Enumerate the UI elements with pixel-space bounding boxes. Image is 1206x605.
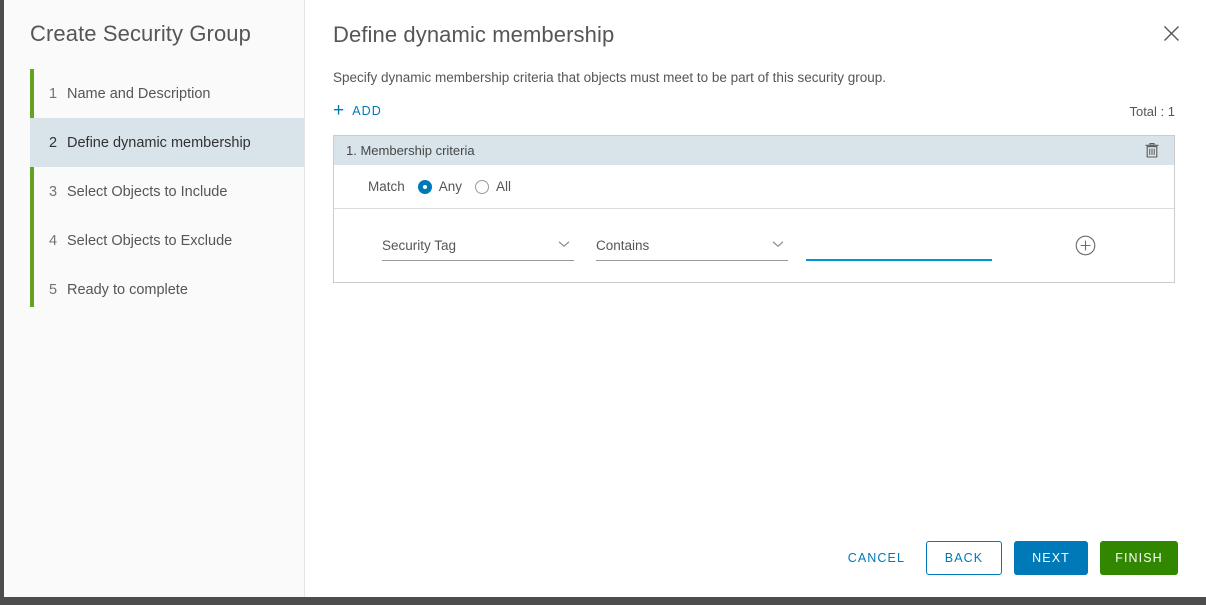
match-radio-any[interactable]: Any	[418, 179, 462, 194]
radio-icon	[475, 180, 489, 194]
step-label: Ready to complete	[67, 282, 188, 298]
modal-backdrop: Create Security Group 1 Name and Descrip…	[0, 0, 1206, 605]
next-button[interactable]: NEXT	[1014, 541, 1088, 575]
criteria-toolbar: + ADD Total : 1	[333, 98, 1175, 124]
step-number: 1	[49, 86, 67, 102]
step-number: 4	[49, 233, 67, 249]
step-label: Name and Description	[67, 86, 210, 102]
criteria-value-input[interactable]	[806, 231, 992, 261]
match-mode-row: Match Any All	[334, 165, 1174, 209]
operator-select[interactable]: Contains	[596, 231, 788, 261]
step-label: Select Objects to Include	[67, 184, 227, 200]
match-radio-all[interactable]: All	[475, 179, 511, 194]
trash-icon[interactable]	[1142, 141, 1162, 161]
page-title: Define dynamic membership	[305, 0, 1206, 48]
back-button[interactable]: BACK	[926, 541, 1002, 575]
finish-button[interactable]: FINISH	[1100, 541, 1178, 575]
wizard-step-select-objects-to-include[interactable]: 3 Select Objects to Include	[30, 167, 304, 216]
add-criteria-label: ADD	[352, 104, 382, 118]
match-label: Match	[368, 179, 405, 194]
chevron-down-icon	[772, 240, 784, 251]
plus-circle-icon[interactable]	[1074, 235, 1096, 257]
cancel-button[interactable]: CANCEL	[839, 541, 914, 575]
create-security-group-dialog: Create Security Group 1 Name and Descrip…	[4, 0, 1206, 597]
close-icon[interactable]	[1158, 20, 1184, 46]
wizard-sidebar: Create Security Group 1 Name and Descrip…	[4, 0, 305, 597]
criteria-rule-row: Security Tag Contains	[334, 209, 1174, 282]
dialog-footer: CANCEL BACK NEXT FINISH	[839, 541, 1178, 575]
match-radio-any-label: Any	[439, 179, 462, 194]
wizard-step-name-and-description[interactable]: 1 Name and Description	[30, 69, 304, 118]
step-number: 3	[49, 184, 67, 200]
chevron-down-icon	[558, 240, 570, 251]
page-description: Specify dynamic membership criteria that…	[305, 48, 1206, 85]
match-radio-all-label: All	[496, 179, 511, 194]
radio-icon	[418, 180, 432, 194]
operator-select-value: Contains	[596, 238, 649, 253]
criteria-card-title: 1. Membership criteria	[346, 143, 475, 158]
wizard-step-ready-to-complete[interactable]: 5 Ready to complete	[30, 265, 304, 314]
dialog-content: Define dynamic membership Specify dynami…	[305, 0, 1206, 597]
plus-icon: +	[333, 101, 345, 120]
add-criteria-button[interactable]: + ADD	[333, 102, 382, 121]
step-label: Select Objects to Exclude	[67, 233, 232, 249]
step-number: 2	[49, 135, 67, 151]
attribute-select[interactable]: Security Tag	[382, 231, 574, 261]
total-count-label: Total : 1	[1129, 104, 1175, 119]
attribute-select-value: Security Tag	[382, 238, 456, 253]
criteria-card-header: 1. Membership criteria	[334, 136, 1174, 165]
step-label: Define dynamic membership	[67, 135, 251, 151]
wizard-step-define-dynamic-membership[interactable]: 2 Define dynamic membership	[30, 118, 304, 167]
step-number: 5	[49, 282, 67, 298]
membership-criteria-card: 1. Membership criteria Match	[333, 135, 1175, 283]
wizard-step-select-objects-to-exclude[interactable]: 4 Select Objects to Exclude	[30, 216, 304, 265]
wizard-step-list: 1 Name and Description 2 Define dynamic …	[4, 69, 304, 314]
dialog-title: Create Security Group	[4, 0, 304, 47]
